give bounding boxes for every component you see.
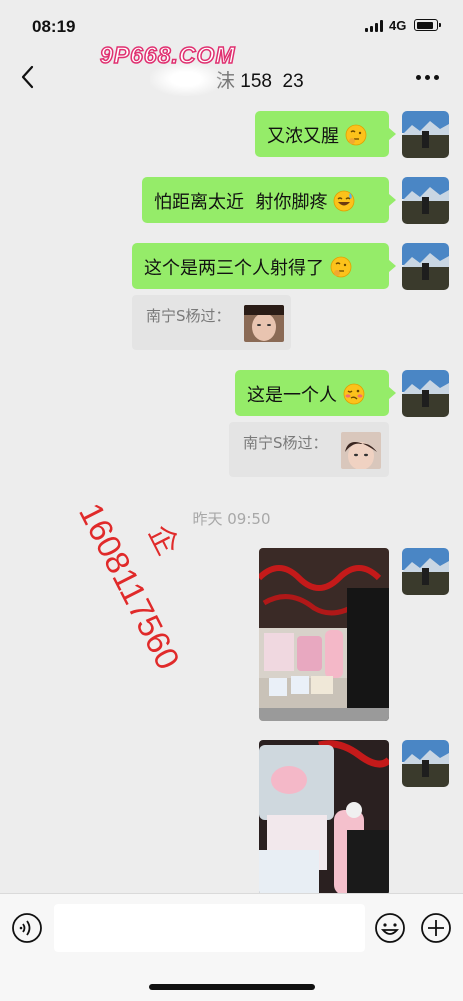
message-bubble[interactable]: 怕距离太近 射你脚疼: [142, 177, 389, 223]
message-bubble[interactable]: 又浓又腥: [255, 111, 389, 157]
battery-icon: [414, 19, 441, 31]
message-text: 这个是两三个人射得了: [144, 258, 324, 279]
bubble-tail: [389, 194, 396, 206]
network-type: 4G: [389, 18, 407, 33]
avatar[interactable]: [402, 370, 449, 417]
voice-input-icon[interactable]: [11, 912, 43, 944]
quoted-message[interactable]: 南宁S杨过：: [132, 295, 291, 350]
image-message[interactable]: [259, 740, 389, 895]
more-options-icon[interactable]: [416, 67, 446, 87]
avatar[interactable]: [402, 177, 449, 224]
bubble-tail: [389, 260, 396, 272]
home-indicator: [149, 984, 315, 990]
quote-thumbnail: [244, 305, 284, 342]
back-chevron-icon[interactable]: [14, 62, 44, 92]
grinning-sweat-face-icon: [333, 190, 355, 212]
image-message[interactable]: [259, 548, 389, 721]
woozy-face-icon: [343, 383, 365, 405]
site-watermark: 9P668.COM: [99, 41, 236, 69]
avatar[interactable]: [402, 740, 449, 787]
message-bubble[interactable]: 这是一个人: [235, 370, 389, 416]
thinking-face-icon: [345, 124, 367, 146]
cellular-signal-icon: [365, 20, 383, 32]
emoji-picker-icon[interactable]: [374, 912, 406, 944]
quote-thumbnail: [341, 432, 381, 469]
quoted-message[interactable]: 南宁S杨过：: [229, 422, 389, 477]
bubble-tail: [389, 387, 396, 399]
avatar[interactable]: [402, 111, 449, 158]
bubble-tail: [389, 128, 396, 140]
avatar[interactable]: [402, 548, 449, 595]
message-bubble[interactable]: 这个是两三个人射得了: [132, 243, 389, 289]
thinking-face-icon: [330, 256, 352, 278]
quote-author: 南宁S杨过：: [146, 307, 231, 325]
message-text: 这是一个人: [247, 385, 337, 406]
avatar[interactable]: [402, 243, 449, 290]
add-attachment-icon[interactable]: [420, 912, 452, 944]
timestamp: 昨天 09:50: [192, 510, 271, 528]
message-input[interactable]: [54, 904, 365, 952]
quote-author: 南宁S杨过：: [243, 434, 328, 452]
status-time: 08:19: [32, 17, 76, 36]
chat-title-text: 158 23: [240, 71, 304, 92]
chat-title: 沫 158 23: [216, 66, 304, 93]
message-text: 又浓又腥: [267, 126, 339, 147]
message-text: 怕距离太近 射你脚疼: [154, 192, 328, 213]
